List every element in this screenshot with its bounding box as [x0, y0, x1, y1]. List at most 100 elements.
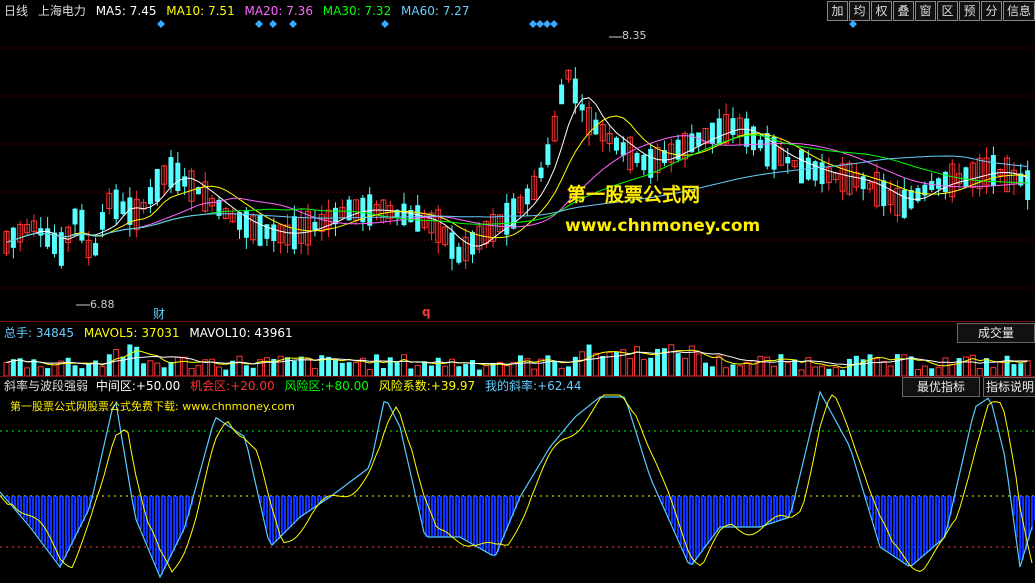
ma30-label: MA30: 7.32 [322, 4, 392, 18]
histogram-bar [476, 496, 478, 547]
toolbar-range-button[interactable]: 区 [937, 1, 958, 21]
best-indicator-button[interactable]: 最优指标 [902, 377, 980, 397]
indicator-name: 斜率与波段强弱 [4, 379, 89, 393]
histogram-bar [938, 496, 940, 543]
candle-body [449, 232, 455, 259]
ind-chance-zone: 机会区:+20.00 [190, 379, 275, 393]
candle-body [257, 215, 263, 246]
toolbar-window-button[interactable]: 窗 [915, 1, 936, 21]
candle-body [641, 154, 647, 171]
histogram-bar [287, 496, 289, 530]
volume-bar [291, 360, 297, 376]
histogram-bar [41, 496, 43, 542]
volume-button[interactable]: 成交量 [957, 323, 1035, 343]
volume-bar [846, 358, 852, 376]
volume-bar [394, 362, 400, 376]
candle-body [593, 119, 599, 135]
volume-panel[interactable]: 总手: 34845 MAVOL5: 37031 MAVOL10: 43961 成… [0, 322, 1035, 376]
toolbar-add-button[interactable]: 加 [827, 1, 848, 21]
volume-bar [346, 362, 352, 376]
candlestick-chart[interactable] [0, 0, 1035, 321]
volume-bar [353, 361, 360, 376]
candle-body [620, 142, 626, 156]
histogram-bar [764, 496, 766, 526]
candle-body [730, 118, 736, 135]
volume-bar [65, 357, 71, 376]
histogram-bar [311, 496, 313, 510]
q-marker[interactable]: q [422, 305, 431, 319]
vol-mavol5-label: MAVOL5: 37031 [83, 326, 180, 340]
histogram-bar [437, 496, 439, 537]
toolbar-overlay-button[interactable]: 叠 [893, 1, 914, 21]
histogram-bar [932, 496, 934, 549]
candle-body [401, 203, 407, 226]
signal-diamond-0 [157, 20, 165, 28]
candle-body [120, 201, 126, 215]
toolbar-info-button[interactable]: 信息 [1003, 1, 1035, 21]
volume-bar [675, 353, 681, 376]
toolbar-average-button[interactable]: 均 [849, 1, 870, 21]
toolbar-rights-button[interactable]: 权 [871, 1, 892, 21]
my-slope-line [0, 390, 1033, 579]
volume-bar [668, 344, 675, 376]
toolbar-forecast-button[interactable]: 预 [959, 1, 980, 21]
volume-bar [784, 362, 791, 376]
histogram-bar [668, 496, 670, 518]
histogram-bar [926, 496, 928, 554]
volume-bar [456, 366, 462, 376]
volume-bar [640, 359, 647, 376]
toolbar: 加 均 权 叠 窗 区 预 分 信息 [826, 1, 1035, 21]
volume-bar [305, 358, 312, 376]
histogram-bar [464, 496, 466, 540]
volume-bar [723, 367, 730, 376]
volume-bar [422, 361, 428, 376]
histogram-bar [908, 496, 910, 566]
volume-bar [826, 368, 832, 376]
volume-bar [400, 354, 407, 376]
volume-bar [867, 354, 873, 376]
volume-bar [894, 354, 900, 376]
finance-marker[interactable]: 财 [153, 305, 165, 321]
histogram-bar [662, 496, 664, 504]
histogram-bar [716, 496, 718, 533]
candle-body [147, 187, 153, 205]
histogram-bar [875, 496, 877, 531]
histogram-bar [44, 496, 46, 546]
indicator-panel[interactable]: 斜率与波段强弱 中间区:+50.00 机会区:+20.00 风险区:+80.00… [0, 377, 1035, 583]
volume-bar [127, 344, 133, 376]
volume-bar [188, 367, 195, 376]
indicator-help-button[interactable]: 指标说明 [983, 377, 1035, 397]
volume-bar [935, 366, 942, 376]
candle-body [456, 246, 462, 263]
histogram-bar [704, 496, 706, 549]
histogram-bar [917, 496, 919, 561]
volume-bar [339, 362, 345, 376]
histogram-bar [728, 496, 730, 527]
volume-bar [45, 368, 51, 376]
volume-bar [552, 361, 558, 376]
histogram-bar [47, 496, 49, 550]
histogram-bar [890, 496, 892, 554]
histogram-bar [752, 496, 754, 527]
histogram-bar [305, 496, 307, 514]
signal-diamond-6 [536, 20, 544, 28]
histogram-bar [266, 496, 268, 530]
volume-bar [956, 358, 962, 376]
histogram-bar [698, 496, 700, 557]
histogram-bar [428, 496, 430, 537]
histogram-bar [68, 496, 70, 551]
volume-bar [113, 348, 120, 376]
candle-body [936, 178, 942, 189]
risk-coef-line [0, 394, 1033, 573]
histogram-bar [176, 496, 178, 545]
toolbar-divide-button[interactable]: 分 [981, 1, 1002, 21]
volume-bar [990, 367, 997, 376]
volume-bar [1004, 355, 1010, 376]
period-label[interactable]: 日线 [4, 4, 28, 18]
histogram-bar [62, 496, 64, 563]
volume-bar [743, 361, 750, 376]
volume-bar [949, 363, 956, 376]
histogram-bar [1022, 496, 1024, 561]
histogram-bar [50, 496, 52, 554]
price-panel[interactable]: 日线 上海电力 MA5: 7.45 MA10: 7.51 MA20: 7.36 … [0, 0, 1035, 321]
